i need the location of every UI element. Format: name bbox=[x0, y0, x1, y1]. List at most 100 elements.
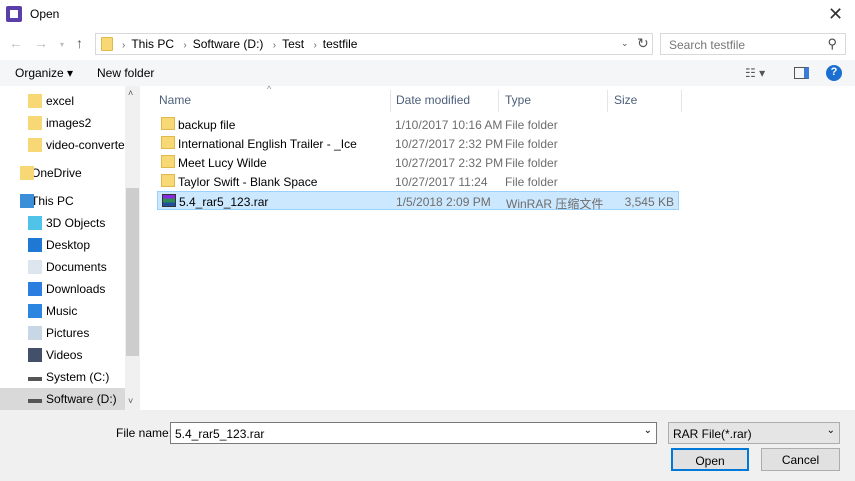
address-dropdown[interactable]: ⌄ bbox=[621, 38, 629, 49]
preview-pane-icon[interactable] bbox=[794, 67, 809, 79]
sidebar-item-label: This PC bbox=[31, 194, 74, 208]
column-name[interactable]: Name bbox=[153, 90, 391, 112]
sidebar-item[interactable]: System (C:) bbox=[0, 366, 125, 388]
drive-icon bbox=[28, 399, 42, 403]
file-name: backup file bbox=[178, 118, 236, 132]
sidebar-item[interactable]: This PC bbox=[0, 190, 125, 212]
view-options-icon[interactable]: ☷ ▾ bbox=[745, 66, 765, 80]
folder-icon bbox=[101, 37, 113, 51]
cube-icon bbox=[28, 216, 42, 230]
file-size: 3,545 KB bbox=[624, 195, 674, 209]
sidebar-item-label: video-converter bbox=[46, 138, 129, 152]
file-row[interactable]: backup file 1/10/2017 10:16 AM File fold… bbox=[157, 115, 679, 134]
file-type: File folder bbox=[505, 137, 558, 151]
file-date: 1/5/2018 2:09 PM bbox=[396, 195, 491, 209]
file-type-select[interactable]: RAR File(*.rar) ⌄ bbox=[668, 422, 840, 444]
file-name-input[interactable]: 5.4_rar5_123.rar ⌄ bbox=[170, 422, 657, 444]
sidebar-item-label: OneDrive bbox=[31, 166, 82, 180]
crumb-software[interactable]: Software (D:) bbox=[193, 37, 264, 51]
sidebar-item[interactable]: images2 bbox=[0, 112, 125, 134]
file-date: 1/10/2017 10:16 AM bbox=[395, 118, 503, 132]
folder-icon bbox=[161, 117, 175, 130]
computer-icon bbox=[20, 194, 34, 208]
crumb-test[interactable]: Test bbox=[282, 37, 304, 51]
folder-icon bbox=[28, 94, 42, 108]
help-icon[interactable]: ? bbox=[826, 65, 842, 81]
pictures-icon bbox=[28, 326, 42, 340]
sidebar-item[interactable]: 3D Objects bbox=[0, 212, 125, 234]
sidebar-item[interactable]: video-converter bbox=[0, 134, 129, 156]
file-type: File folder bbox=[505, 175, 558, 189]
column-type[interactable]: Type bbox=[499, 90, 608, 112]
column-size[interactable]: Size bbox=[608, 90, 682, 112]
organize-button[interactable]: Organize ▾ bbox=[15, 66, 73, 80]
sidebar-item-label: System (C:) bbox=[46, 370, 110, 384]
forward-button[interactable]: → bbox=[34, 35, 48, 51]
sidebar-item[interactable]: OneDrive bbox=[0, 162, 125, 184]
crumb-testfile[interactable]: testfile bbox=[323, 37, 358, 51]
sidebar-item-label: Pictures bbox=[46, 326, 90, 340]
sidebar-item-label: Videos bbox=[46, 348, 83, 362]
drive-icon bbox=[28, 377, 42, 381]
file-row[interactable]: Meet Lucy Wilde 10/27/2017 2:32 PM File … bbox=[157, 153, 679, 172]
sidebar-item[interactable]: Pictures bbox=[0, 322, 125, 344]
sidebar-item-label: excel bbox=[46, 94, 75, 108]
sidebar-item[interactable]: Software (D:) bbox=[0, 388, 125, 410]
winrar-file-icon bbox=[162, 194, 176, 207]
search-icon: ⚲ bbox=[827, 36, 837, 51]
address-bar[interactable]: › This PC › Software (D:) › Test › testfile … bbox=[95, 33, 653, 55]
search-input[interactable]: Search testfile ⚲ bbox=[660, 33, 846, 55]
file-row[interactable]: Taylor Swift - Blank Space 10/27/2017 11… bbox=[157, 172, 679, 191]
file-date: 10/27/2017 2:32 PM bbox=[395, 156, 504, 170]
up-button[interactable]: ↑ bbox=[76, 35, 83, 51]
close-button[interactable]: ✕ bbox=[828, 4, 843, 25]
file-row[interactable]: International English Trailer - _Ice 10/… bbox=[157, 134, 679, 153]
file-type: File folder bbox=[505, 156, 558, 170]
file-name: International English Trailer - _Ice bbox=[178, 137, 357, 151]
file-row[interactable]: 5.4_rar5_123.rar 1/5/2018 2:09 PM WinRAR… bbox=[157, 191, 679, 211]
recent-dropdown[interactable]: ▾ bbox=[60, 40, 64, 49]
music-icon bbox=[28, 304, 42, 318]
file-name: Taylor Swift - Blank Space bbox=[178, 175, 318, 189]
documents-icon bbox=[28, 260, 42, 274]
title-bar: Open ✕ bbox=[0, 0, 855, 28]
sidebar-item[interactable]: Desktop bbox=[0, 234, 125, 256]
file-type-value: RAR File(*.rar) bbox=[673, 427, 752, 441]
folder-icon bbox=[161, 155, 175, 168]
refresh-button[interactable]: ↻ bbox=[637, 35, 649, 52]
navigation-pane: excel images2 video-converter OneDrive This … bbox=[0, 86, 140, 410]
file-type: WinRAR 压缩文件 bbox=[506, 197, 604, 211]
open-button[interactable]: Open bbox=[671, 448, 749, 471]
sidebar-item-label: images2 bbox=[46, 116, 92, 130]
desktop-icon bbox=[28, 238, 42, 252]
file-date: 10/27/2017 11:24 bbox=[395, 175, 488, 189]
sidebar-item-label: Documents bbox=[46, 260, 107, 274]
download-icon bbox=[28, 282, 42, 296]
folder-icon bbox=[161, 174, 175, 187]
footer: File name: 5.4_rar5_123.rar ⌄ RAR File(*… bbox=[0, 410, 855, 481]
file-type: File folder bbox=[505, 118, 558, 132]
back-button[interactable]: ← bbox=[9, 35, 23, 51]
sidebar-item-label: Software (D:) bbox=[46, 392, 117, 406]
sidebar-item[interactable]: Music bbox=[0, 300, 125, 322]
sidebar-scroll-thumb[interactable] bbox=[126, 188, 139, 356]
folder-icon bbox=[161, 136, 175, 149]
sidebar-item-label: Music bbox=[46, 304, 78, 318]
sidebar-item[interactable]: excel bbox=[0, 90, 125, 112]
column-date-modified[interactable]: Date modified bbox=[390, 90, 499, 112]
sidebar-item-label: 3D Objects bbox=[46, 216, 106, 230]
sidebar-item[interactable]: Downloads bbox=[0, 278, 125, 300]
file-name-value: 5.4_rar5_123.rar bbox=[175, 427, 265, 441]
crumb-this-pc[interactable]: This PC bbox=[131, 37, 174, 51]
file-name: 5.4_rar5_123.rar bbox=[179, 195, 269, 209]
file-name-label: File name: bbox=[116, 426, 173, 440]
new-folder-button[interactable]: New folder bbox=[97, 66, 154, 80]
sidebar-item[interactable]: Videos bbox=[0, 344, 125, 366]
sidebar-item-label: Desktop bbox=[46, 238, 91, 252]
sidebar-item[interactable]: Documents bbox=[0, 256, 125, 278]
search-placeholder: Search testfile bbox=[669, 38, 746, 52]
window-title: Open bbox=[30, 7, 60, 21]
folder-icon bbox=[28, 116, 42, 130]
cancel-button[interactable]: Cancel bbox=[761, 448, 840, 471]
sidebar-item-label: Downloads bbox=[46, 282, 106, 296]
